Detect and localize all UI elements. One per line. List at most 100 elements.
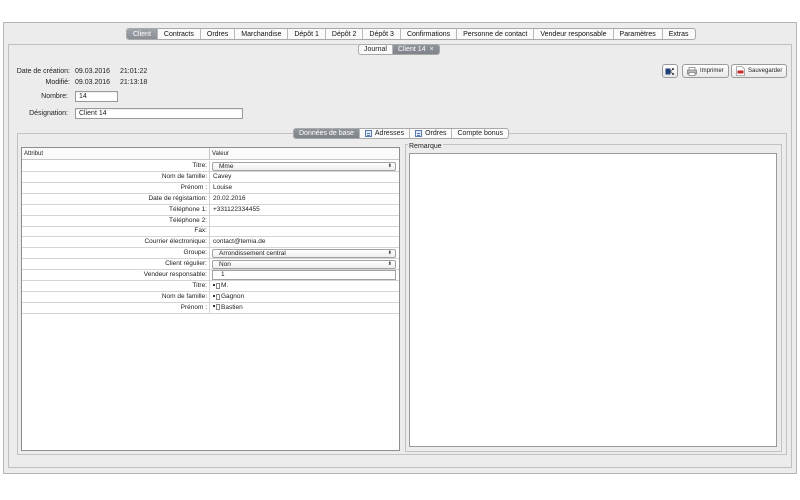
select-value: Arrondissement central (219, 250, 286, 258)
updown-arrows-icon: ⬍ (387, 250, 392, 257)
attribute-value-cell[interactable]: contact@temia.de (210, 237, 399, 247)
attribute-label: Titre: (22, 161, 210, 171)
tab-compte-bonus[interactable]: Compte bonus (452, 129, 508, 138)
table-row: Fax: (22, 226, 399, 238)
attribute-value-cell[interactable] (210, 216, 399, 226)
attribute-label: Nom de famille: (22, 171, 210, 182)
attribute-value-cell[interactable]: Non ⬍ (210, 259, 399, 270)
tab-confirmations[interactable]: Confirmations (401, 29, 458, 39)
attribute-label: Nom de famille: (22, 291, 210, 302)
attribute-value: M. (221, 281, 229, 289)
attribute-label: Téléphone 1: (22, 204, 210, 215)
tab-extras[interactable]: Extras (663, 29, 695, 39)
pdf-icon (736, 66, 745, 76)
attribute-value-cell[interactable]: 20.02.2016 (210, 194, 399, 204)
printer-icon (687, 66, 697, 76)
number-label: Nombre: (41, 93, 68, 100)
attribute-value-cell[interactable]: Bastien (210, 303, 399, 313)
attribute-label: Téléphone 2: (22, 215, 210, 226)
share-icon (665, 67, 674, 75)
attribute-value: Cavey (213, 172, 232, 180)
attribute-label: Vendeur responsable: (22, 270, 210, 280)
tab-contracts[interactable]: Contracts (158, 29, 201, 39)
remark-textarea[interactable] (409, 153, 777, 447)
attribute-label: Date de régistartion: (22, 193, 210, 204)
table-row: Vendeur responsable: 1 (22, 270, 399, 281)
attribute-select[interactable]: Arrondissement central ⬍ (212, 249, 396, 259)
tab-client-14[interactable]: Client 14 × (392, 45, 439, 54)
table-header: Attribut Valeur (22, 148, 399, 160)
print-button[interactable]: Imprimer (682, 64, 729, 78)
section-tab-bar: Données de base Adresses Ordres Compte b… (293, 128, 510, 139)
attribute-value-cell[interactable]: Cavey (210, 172, 399, 182)
number-input[interactable]: 14 (75, 91, 118, 102)
tab-section-ordres-label: Ordres (425, 129, 447, 137)
table-row: Téléphone 2: (22, 215, 399, 227)
table-row: Titre: M. (22, 280, 399, 292)
table-row: Nom de famille: Gagnon (22, 291, 399, 303)
table-row: Prénom : Louise (22, 182, 399, 194)
attribute-value-cell[interactable]: Gagnon (210, 292, 399, 302)
attribute-label: Groupe: (22, 248, 210, 259)
save-label: Sauvegarder (748, 68, 783, 74)
attribute-value-cell[interactable]: Mme ⬍ (210, 161, 399, 171)
updown-arrows-icon: ⬍ (387, 261, 392, 268)
tab-journal[interactable]: Journal (359, 45, 393, 54)
table-row: Client régulier: Non ⬍ (22, 259, 399, 271)
attribute-table: Attribut Valeur Titre: Mme ⬍ Nom de famille… (21, 147, 400, 451)
designation-input[interactable]: Client 14 (75, 108, 243, 119)
attribute-select[interactable]: Non ⬍ (212, 260, 396, 270)
tab-adresses[interactable]: Adresses (360, 129, 411, 138)
table-row: Courrier électronique: contact@temia.de (22, 237, 399, 249)
tab-depot-2[interactable]: Dépôt 2 (326, 29, 364, 39)
document-tab-bar: Journal Client 14 × (358, 44, 440, 55)
tab-depot-1[interactable]: Dépôt 1 (288, 29, 326, 39)
attribute-label: Fax: (22, 226, 210, 237)
attribute-label: Courrier électronique: (22, 237, 210, 248)
tab-marchandise[interactable]: Marchandise (235, 29, 289, 39)
designation-label: Désignation: (29, 110, 68, 117)
table-row: Téléphone 1: +331122334455 (22, 204, 399, 216)
attribute-value-cell[interactable]: M. (210, 281, 399, 291)
tab-client[interactable]: Client (127, 29, 158, 39)
tab-section-ordres[interactable]: Ordres (410, 129, 453, 138)
linked-record-icon (213, 282, 220, 289)
attribute-value: +331122334455 (213, 205, 260, 213)
remark-title: Remarque (408, 143, 443, 150)
table-row: Nom de famille: Cavey (22, 171, 399, 183)
modified-time: 21:13:18 (120, 79, 148, 86)
tab-adresses-label: Adresses (374, 129, 405, 137)
close-icon[interactable]: × (430, 45, 434, 54)
modified-date: 09.03.2016 (75, 79, 111, 86)
attribute-label: Prénom : (22, 182, 210, 193)
table-row: Date de régistartion: 20.02.2016 (22, 193, 399, 205)
share-button[interactable] (662, 64, 678, 78)
attribute-spinner[interactable]: 1 (212, 270, 396, 280)
modified-label: Modifié: (45, 79, 70, 86)
tab-personne-de-contact[interactable]: Personne de contact (457, 29, 535, 39)
attribute-value: contact@temia.de (213, 238, 266, 246)
tab-parametres[interactable]: Paramètres (614, 29, 663, 39)
list-icon (364, 130, 372, 137)
attribute-value-cell[interactable] (210, 226, 399, 236)
attribute-value: 20.02.2016 (213, 194, 246, 202)
tab-depot-3[interactable]: Dépôt 3 (363, 29, 401, 39)
tab-journal-label: Journal (364, 45, 387, 53)
attribute-select[interactable]: Mme ⬍ (212, 162, 396, 171)
table-row: Prénom : Bastien (22, 302, 399, 314)
tab-ordres[interactable]: Ordres (201, 29, 236, 39)
column-header-attribut[interactable]: Attribut (22, 148, 210, 159)
attribute-value-cell[interactable]: 1 (210, 270, 399, 280)
created-date: 09.03.2016 (75, 68, 111, 75)
attribute-value-cell[interactable]: Arrondissement central ⬍ (210, 248, 399, 259)
main-tab-bar: Client Contracts Ordres Marchandise Dépô… (126, 28, 696, 40)
attribute-value-cell[interactable]: Louise (210, 183, 399, 193)
column-header-valeur[interactable]: Valeur (210, 148, 229, 159)
tab-donnees-de-base[interactable]: Données de base (294, 129, 360, 138)
attribute-label: Client régulier: (22, 259, 210, 270)
tab-vendeur-responsable[interactable]: Vendeur responsable (534, 29, 614, 39)
save-button[interactable]: Sauvegarder (731, 64, 788, 78)
attribute-label: Titre: (22, 280, 210, 291)
attribute-value: Gagnon (221, 292, 245, 300)
attribute-value-cell[interactable]: +331122334455 (210, 205, 399, 215)
